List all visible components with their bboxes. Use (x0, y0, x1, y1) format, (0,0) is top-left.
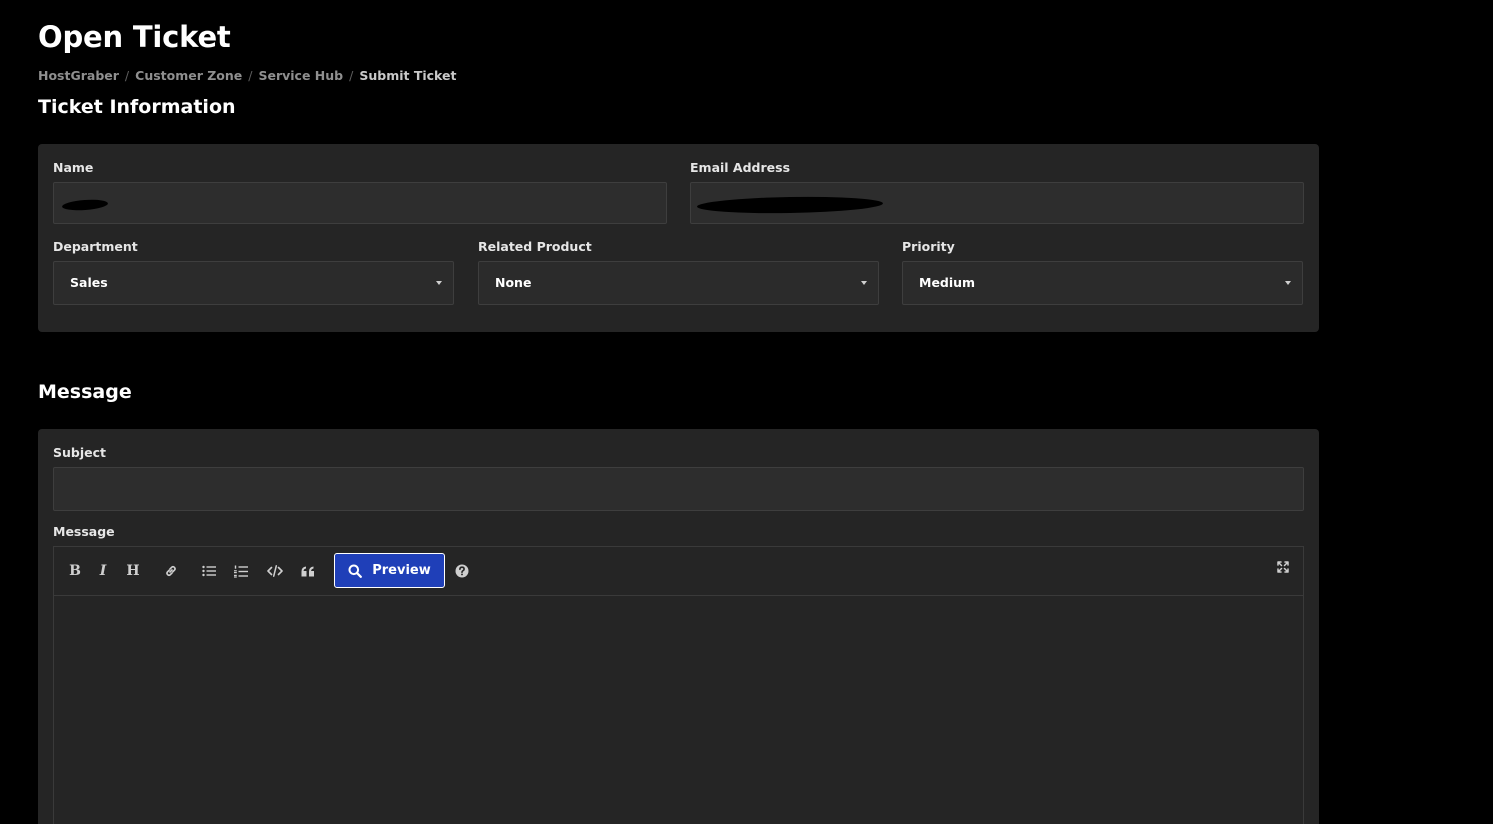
bold-icon: B (69, 563, 81, 579)
name-field[interactable] (53, 182, 667, 224)
page: Open Ticket HostGraber / Customer Zone / Ser… (0, 0, 1493, 824)
link-button[interactable] (159, 559, 183, 583)
priority-value: Medium (919, 275, 976, 290)
message-label: Message (53, 524, 115, 539)
message-card: Subject Message B I H Preview (38, 429, 1319, 824)
link-icon (166, 566, 176, 576)
fullscreen-icon (1277, 561, 1289, 573)
breadcrumb-current: Submit Ticket (359, 68, 457, 83)
caret-down-icon (861, 281, 867, 285)
ticket-information-heading: Ticket Information (38, 96, 236, 118)
subject-label: Subject (53, 445, 106, 460)
page-title: Open Ticket (38, 20, 231, 54)
heading-icon: H (126, 563, 140, 579)
preview-button[interactable]: Preview (334, 553, 445, 588)
email-label: Email Address (690, 160, 791, 175)
name-label: Name (53, 160, 94, 175)
related-product-label: Related Product (478, 239, 592, 254)
subject-input[interactable] (53, 467, 1304, 511)
breadcrumb-home[interactable]: HostGraber (38, 68, 119, 83)
italic-icon: I (99, 563, 107, 579)
caret-down-icon (436, 281, 442, 285)
breadcrumb-service-hub[interactable]: Service Hub (258, 68, 343, 83)
numbered-list-icon (234, 565, 248, 578)
breadcrumb-separator: / (124, 68, 130, 83)
ticket-information-card: Name Email Address Department Sales Rela… (38, 144, 1319, 332)
quote-button[interactable] (296, 559, 320, 583)
redaction-mark (696, 195, 884, 215)
fullscreen-button[interactable] (1271, 555, 1295, 579)
bold-button[interactable]: B (63, 559, 87, 583)
email-field[interactable] (690, 182, 1304, 224)
related-product-select[interactable]: None (478, 261, 879, 305)
related-product-value: None (495, 275, 532, 290)
code-icon (267, 565, 283, 577)
bullet-list-button[interactable] (197, 559, 221, 583)
preview-label: Preview (372, 562, 431, 578)
department-value: Sales (70, 275, 108, 290)
heading-button[interactable]: H (121, 559, 145, 583)
message-editor: B I H Preview (53, 546, 1304, 824)
breadcrumb: HostGraber / Customer Zone / Service Hub / Sub… (38, 68, 456, 84)
editor-toolbar: B I H Preview (54, 547, 1303, 596)
priority-select[interactable]: Medium (902, 261, 1303, 305)
help-button[interactable] (450, 559, 474, 583)
caret-down-icon (1285, 281, 1291, 285)
italic-button[interactable]: I (91, 559, 115, 583)
search-icon (348, 564, 363, 578)
code-button[interactable] (263, 559, 287, 583)
breadcrumb-separator: / (349, 68, 354, 83)
message-textarea[interactable] (54, 596, 1303, 824)
help-icon (455, 564, 469, 578)
redaction-mark (61, 198, 109, 212)
breadcrumb-separator: / (248, 68, 253, 83)
message-heading: Message (38, 381, 132, 403)
quote-icon (301, 566, 314, 576)
department-label: Department (53, 239, 138, 254)
breadcrumb-customer-zone[interactable]: Customer Zone (135, 68, 242, 83)
priority-label: Priority (902, 239, 955, 254)
department-select[interactable]: Sales (53, 261, 454, 305)
numbered-list-button[interactable] (229, 559, 253, 583)
bullet-list-icon (202, 565, 216, 577)
